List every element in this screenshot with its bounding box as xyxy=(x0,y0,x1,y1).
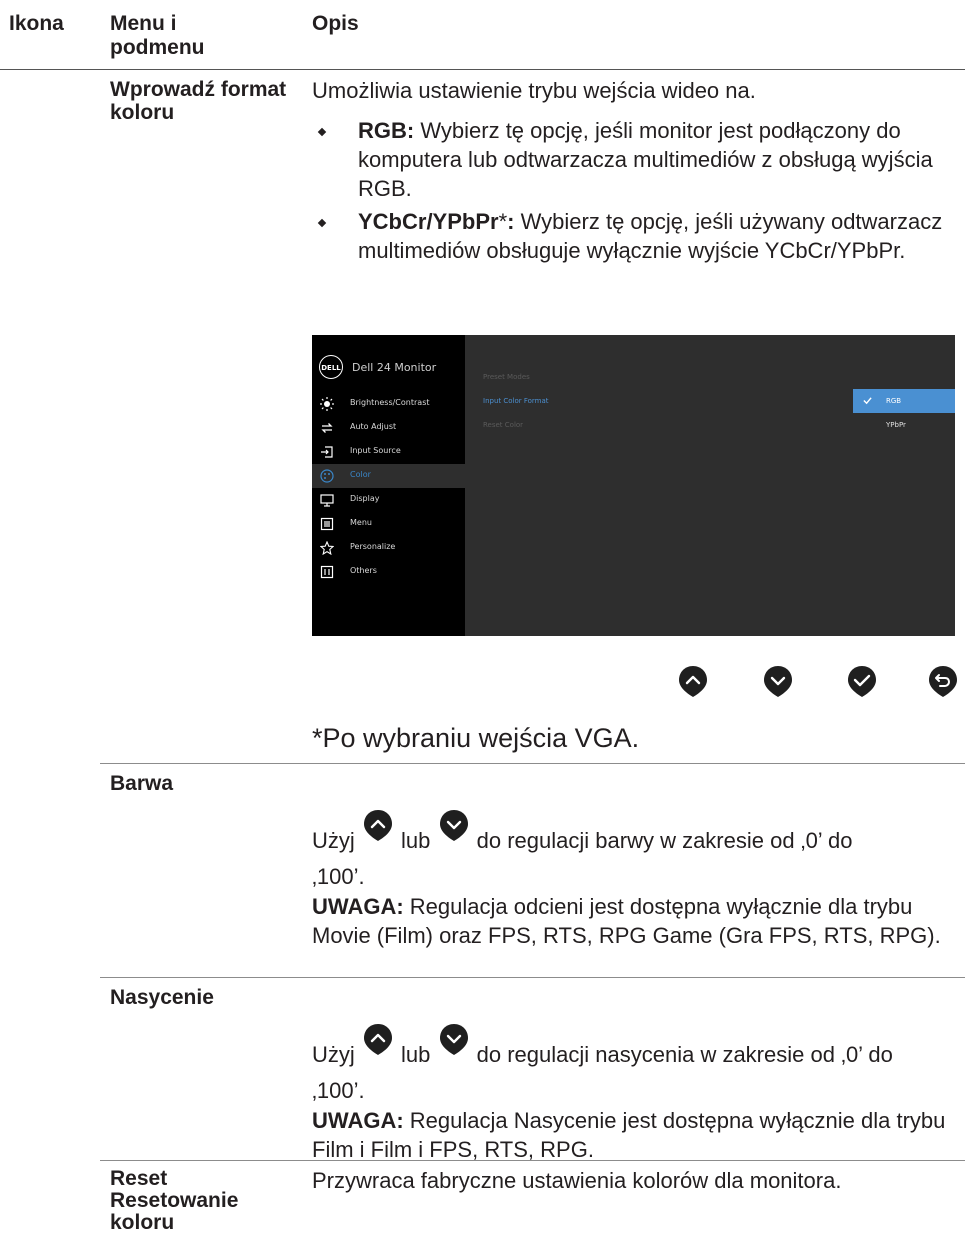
osd-item-others[interactable]: Others xyxy=(312,560,465,584)
osd-submenu-preset-modes[interactable]: Preset Modes xyxy=(483,373,530,381)
osd-item-menu[interactable]: Menu xyxy=(312,512,465,536)
saturation-note-text: Regulacja Nasycenie jest dostępna wyłącz… xyxy=(312,1108,946,1162)
column-header-menu: Menu i podmenu xyxy=(110,12,205,59)
menu-label-hue: Barwa xyxy=(110,772,174,795)
others-icon xyxy=(320,565,334,579)
down-button-icon xyxy=(439,1024,468,1055)
up-button-icon xyxy=(363,1024,392,1055)
star-icon xyxy=(320,541,334,555)
row-divider xyxy=(100,1160,965,1161)
saturation-description-line1: Użyj lub do regulacji nasycenia w zakres… xyxy=(312,1022,893,1069)
saturation-range-text: do regulacji nasycenia w zakresie od ‚0’… xyxy=(476,1042,893,1067)
row-divider xyxy=(100,977,965,978)
menu-label-reset-color: Reset Resetowanie koloru xyxy=(110,1168,238,1234)
osd-item-label: Input Source xyxy=(350,446,401,455)
hue-description-line1: Użyj lub do regulacji barwy w zakresie o… xyxy=(312,808,852,855)
column-header-description: Opis xyxy=(312,12,359,35)
osd-item-brightness[interactable]: Brightness/Contrast xyxy=(312,392,465,416)
footnote-vga: *Po wybraniu wejścia VGA. xyxy=(312,723,640,753)
osd-item-label: Auto Adjust xyxy=(350,422,397,431)
saturation-note: UWAGA: Regulacja Nasycenie jest dostępna… xyxy=(312,1106,957,1164)
osd-item-display[interactable]: Display xyxy=(312,488,465,512)
saturation-description-line2: ‚100’. xyxy=(312,1078,365,1103)
display-icon xyxy=(320,494,334,507)
ycbcr-term: YCbCr/YPbPr xyxy=(358,209,499,234)
down-button-icon xyxy=(764,666,792,697)
bullet-marker xyxy=(317,127,327,137)
osd-item-label: Menu xyxy=(350,518,372,527)
saturation-or-text: lub xyxy=(401,1042,431,1067)
osd-submenu-reset-color[interactable]: Reset Color xyxy=(483,421,523,429)
hue-use-text: Użyj xyxy=(312,828,355,853)
reset-label-line: koloru xyxy=(110,1211,175,1234)
brightness-icon xyxy=(320,397,334,411)
osd-option-ypbpr[interactable]: YPbPr xyxy=(886,421,906,429)
color-icon xyxy=(320,469,334,483)
down-button-icon xyxy=(439,810,468,841)
back-button-icon xyxy=(929,666,957,697)
input-color-format-intro: Umożliwia ustawienie trybu wejścia wideo… xyxy=(312,78,756,103)
column-header-icon: Ikona xyxy=(9,12,64,35)
hue-note-label: UWAGA: xyxy=(312,894,404,919)
hue-note-text: Regulacja odcieni jest dostępna wyłączni… xyxy=(312,894,941,948)
osd-item-label: Personalize xyxy=(350,542,396,551)
saturation-use-text: Użyj xyxy=(312,1042,355,1067)
hue-description-line2: ‚100’. xyxy=(312,864,365,889)
rgb-text: Wybierz tę opcję, jeśli monitor jest pod… xyxy=(358,118,933,201)
osd-item-label: Others xyxy=(350,566,377,575)
osd-item-auto-adjust[interactable]: Auto Adjust xyxy=(312,416,465,440)
osd-item-input-source[interactable]: Input Source xyxy=(312,440,465,464)
up-button-icon xyxy=(679,666,707,697)
reset-color-description: Przywraca fabryczne ustawienia kolorów d… xyxy=(312,1168,842,1193)
osd-main-menu: DELL Dell 24 Monitor Brightness/Contrast… xyxy=(312,335,465,636)
dell-logo: DELL xyxy=(319,355,343,379)
osd-screenshot: DELL Dell 24 Monitor Brightness/Contrast… xyxy=(312,335,955,636)
rgb-option-description: RGB: Wybierz tę opcję, jeśli monitor jes… xyxy=(358,116,958,203)
bullet-marker xyxy=(317,218,327,228)
osd-option-rgb-selected[interactable]: RGB xyxy=(853,389,955,413)
header-divider xyxy=(0,69,965,70)
osd-item-label: Brightness/Contrast xyxy=(350,398,430,407)
osd-option-label: RGB xyxy=(886,397,902,405)
ycbcr-star: * xyxy=(498,209,508,234)
menu-label-saturation: Nasycenie xyxy=(110,986,214,1009)
saturation-note-label: UWAGA: xyxy=(312,1108,404,1133)
row-divider xyxy=(100,763,965,764)
hue-note: UWAGA: Regulacja odcieni jest dostępna w… xyxy=(312,892,957,950)
up-button-icon xyxy=(363,810,392,841)
osd-item-label: Display xyxy=(350,494,380,503)
hue-range-text: do regulacji barwy w zakresie od ‚0’ do xyxy=(476,828,853,853)
osd-item-color[interactable]: Color xyxy=(312,464,465,488)
osd-item-label: Color xyxy=(350,470,371,479)
reset-label-line: Resetowanie xyxy=(110,1189,239,1212)
osd-title: Dell 24 Monitor xyxy=(352,361,437,374)
hue-or-text: lub xyxy=(401,828,431,853)
input-source-icon xyxy=(321,446,333,458)
menu-label-input-color-format: Wprowadź format koloru xyxy=(110,78,287,124)
ycbcr-option-description: YCbCr/YPbPr*: Wybierz tę opcję, jeśli uż… xyxy=(358,207,958,265)
menu-icon xyxy=(320,517,334,531)
confirm-button-icon xyxy=(848,666,876,697)
osd-item-personalize[interactable]: Personalize xyxy=(312,536,465,560)
checkmark-icon xyxy=(863,397,872,405)
reset-label-line: Reset xyxy=(110,1167,168,1190)
auto-adjust-icon xyxy=(321,423,333,433)
osd-submenu-input-color-format[interactable]: Input Color Format xyxy=(483,397,549,405)
rgb-term: RGB: xyxy=(358,118,415,143)
osd-submenu-panel: Preset Modes Input Color Format Reset Co… xyxy=(465,335,955,636)
